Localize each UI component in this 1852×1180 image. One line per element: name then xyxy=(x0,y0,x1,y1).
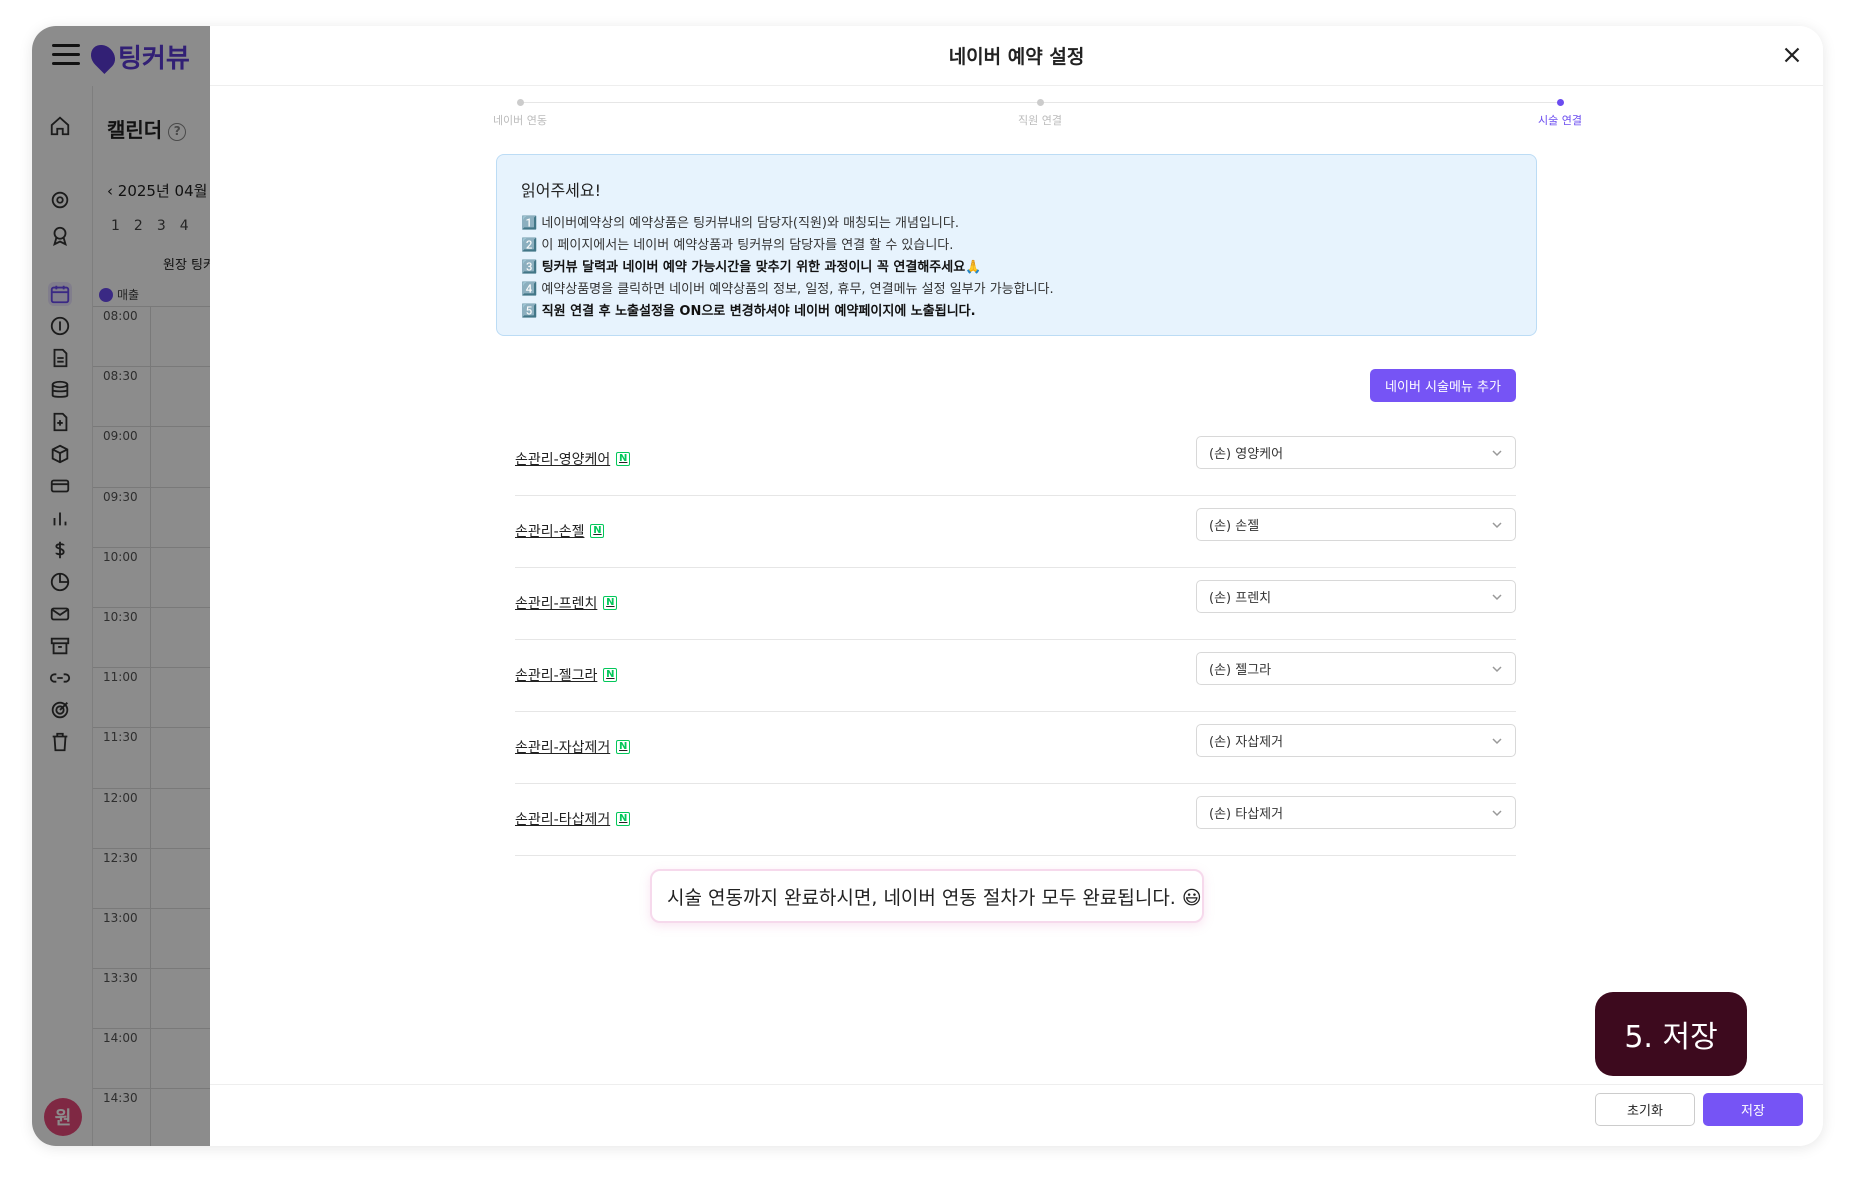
notice-line: 4️⃣ 예약상품명을 클릭하면 네이버 예약상품의 정보, 일정, 휴무, 연결… xyxy=(521,282,1054,297)
naver-badge-icon: N xyxy=(616,452,631,466)
modal-footer: 초기화 저장 xyxy=(210,1084,1823,1146)
service-select[interactable]: (손) 젤그라 xyxy=(1196,652,1516,685)
naver-badge-icon: N xyxy=(603,596,618,610)
modal-header: 네이버 예약 설정 xyxy=(210,26,1823,86)
service-select[interactable]: (손) 프렌치 xyxy=(1196,580,1516,613)
guide-step-chip: 5. 저장 xyxy=(1595,992,1747,1076)
guide-tooltip: 시술 연동까지 완료하시면, 네이버 연동 절차가 모두 완료됩니다. 😃 xyxy=(650,869,1204,923)
service-select[interactable]: (손) 손젤 xyxy=(1196,508,1516,541)
service-mapping-list: 손관리-영양케어 N (손) 영양케어 손관리-손젤 N (손) 손젤 손관리-프렌… xyxy=(515,424,1516,856)
chevron-down-icon xyxy=(1492,737,1502,744)
service-name-link[interactable]: 손관리-손젤 N xyxy=(515,521,605,541)
stepper: 네이버 연동 직원 연결 시술 연결 xyxy=(493,96,1582,136)
service-name-link[interactable]: 손관리-프렌치 N xyxy=(515,593,618,613)
naver-badge-icon: N xyxy=(616,740,631,754)
step-dot xyxy=(1036,99,1044,106)
naver-badge-icon: N xyxy=(590,524,605,538)
service-row: 손관리-젤그라 N (손) 젤그라 xyxy=(515,640,1516,712)
service-select[interactable]: (손) 영양케어 xyxy=(1196,436,1516,469)
step-staff-link[interactable]: 직원 연결 xyxy=(980,96,1100,128)
naver-badge-icon: N xyxy=(616,812,631,826)
step-label: 네이버 연동 xyxy=(492,114,548,127)
chevron-down-icon xyxy=(1492,809,1502,816)
service-name-link[interactable]: 손관리-영양케어 N xyxy=(515,449,631,469)
chevron-down-icon xyxy=(1492,449,1502,456)
service-name-link[interactable]: 손관리-타삽제거 N xyxy=(515,809,631,829)
step-dot xyxy=(516,99,524,106)
step-dot xyxy=(1556,99,1564,106)
notice-line: 2️⃣ 이 페이지에서는 네이버 예약상품과 팅커뷰의 담당자를 연결 할 수 … xyxy=(521,238,954,253)
chevron-down-icon xyxy=(1492,665,1502,672)
service-name-link[interactable]: 손관리-자삽제거 N xyxy=(515,737,631,757)
notice-box: 읽어주세요! 1️⃣ 네이버예약상의 예약상품은 팅커뷰내의 담당자(직원)와 … xyxy=(496,154,1537,336)
step-service-link[interactable]: 시술 연결 xyxy=(1500,96,1620,128)
service-row: 손관리-프렌치 N (손) 프렌치 xyxy=(515,568,1516,640)
step-label: 직원 연결 xyxy=(1018,114,1062,127)
service-row: 손관리-영양케어 N (손) 영양케어 xyxy=(515,424,1516,496)
step-naver-link[interactable]: 네이버 연동 xyxy=(460,96,580,128)
naver-reservation-settings-modal: 네이버 예약 설정 네이버 연동 직원 연결 시술 연결 읽어주세요! 1️⃣ … xyxy=(210,26,1823,1146)
service-row: 손관리-손젤 N (손) 손젤 xyxy=(515,496,1516,568)
add-naver-service-button[interactable]: 네이버 시술메뉴 추가 xyxy=(1370,369,1516,402)
chevron-down-icon xyxy=(1492,593,1502,600)
app-window: 팅커뷰 원 캘린더? ‹ 2025년 04월 1 2 3 4 원장 팅커 매출 … xyxy=(32,26,1823,1146)
service-row: 손관리-타삽제거 N (손) 타삽제거 xyxy=(515,784,1516,856)
modal-title: 네이버 예약 설정 xyxy=(948,46,1085,68)
chevron-down-icon xyxy=(1492,521,1502,528)
modal-backdrop[interactable] xyxy=(32,26,210,1146)
close-icon[interactable] xyxy=(1779,42,1805,68)
step-label: 시술 연결 xyxy=(1538,114,1582,127)
naver-badge-icon: N xyxy=(603,668,618,682)
notice-line: 5️⃣ 직원 연결 후 노출설정을 ON으로 변경하셔야 네이버 예약페이지에 … xyxy=(521,304,976,319)
service-select[interactable]: (손) 자삽제거 xyxy=(1196,724,1516,757)
service-row: 손관리-자삽제거 N (손) 자삽제거 xyxy=(515,712,1516,784)
notice-line: 3️⃣ 팅커뷰 달력과 네이버 예약 가능시간을 맞추기 위한 과정이니 꼭 연… xyxy=(521,260,982,275)
reset-button[interactable]: 초기화 xyxy=(1595,1093,1695,1126)
save-button[interactable]: 저장 xyxy=(1703,1093,1803,1126)
service-name-link[interactable]: 손관리-젤그라 N xyxy=(515,665,618,685)
service-select[interactable]: (손) 타삽제거 xyxy=(1196,796,1516,829)
notice-line: 1️⃣ 네이버예약상의 예약상품은 팅커뷰내의 담당자(직원)와 매칭되는 개념… xyxy=(521,216,959,231)
notice-title: 읽어주세요! xyxy=(521,181,602,200)
